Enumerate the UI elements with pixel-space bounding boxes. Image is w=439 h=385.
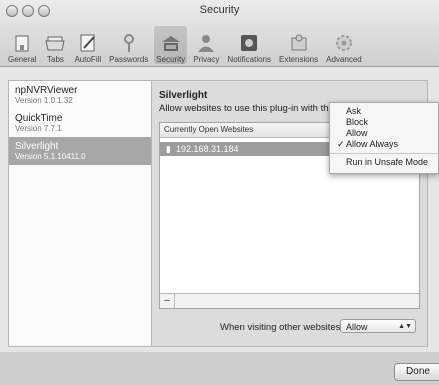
gear-icon	[333, 33, 355, 53]
plugin-version: Version 7.7.1	[15, 124, 62, 133]
other-websites-value: Allow	[346, 322, 368, 332]
person-icon	[195, 33, 217, 53]
bottom-bar	[0, 352, 439, 385]
menu-item-label: Allow Always	[346, 139, 399, 149]
plugin-list: npNVRViewer Version 1.0.1.32 QuickTime V…	[8, 80, 152, 347]
tab-privacy-label: Privacy	[193, 55, 220, 64]
tab-notifications[interactable]: Notifications	[225, 26, 273, 64]
menu-item-ask[interactable]: Ask	[330, 106, 438, 117]
menu-item-run-unsafe[interactable]: Run in Unsafe Mode	[330, 157, 438, 168]
titlebar: Security General Tabs AutoFill Passwords…	[0, 0, 439, 67]
menu-item-block[interactable]: Block	[330, 117, 438, 128]
menu-item-label: Allow	[346, 128, 368, 138]
tab-privacy[interactable]: Privacy	[191, 26, 221, 64]
plugin-title: Silverlight	[159, 90, 208, 101]
autofill-icon	[77, 33, 99, 53]
general-icon	[11, 33, 33, 53]
preferences-window: Security General Tabs AutoFill Passwords…	[0, 0, 439, 385]
menu-item-label: Block	[346, 117, 369, 127]
plugin-item-npnvrviewer[interactable]: npNVRViewer Version 1.0.1.32	[9, 81, 151, 109]
plugin-version: Version 1.0.1.32	[15, 96, 73, 105]
plugin-name: Silverlight	[15, 141, 59, 152]
preferences-toolbar: General Tabs AutoFill Passwords Security…	[6, 24, 433, 64]
menu-separator	[330, 153, 438, 154]
tab-tabs[interactable]: Tabs	[42, 26, 68, 64]
tab-notifications-label: Notifications	[227, 55, 271, 64]
tab-autofill[interactable]: AutoFill	[72, 26, 103, 64]
tab-passwords[interactable]: Passwords	[107, 26, 150, 64]
plugin-name: QuickTime	[15, 113, 63, 124]
notifications-icon	[238, 33, 260, 53]
tabs-icon	[44, 33, 66, 53]
permission-popup-menu: Ask Block Allow ✓ Allow Always Run in Un…	[329, 102, 439, 174]
plugin-name: npNVRViewer	[15, 85, 78, 96]
plugin-item-quicktime[interactable]: QuickTime Version 7.7.1	[9, 109, 151, 137]
menu-item-allow-always[interactable]: ✓ Allow Always	[330, 139, 438, 150]
tab-general-label: General	[8, 55, 37, 64]
menu-item-label: Ask	[346, 106, 362, 116]
tab-advanced[interactable]: Advanced	[324, 26, 364, 64]
puzzle-icon	[288, 33, 310, 53]
key-icon	[118, 33, 140, 53]
chevron-updown-icon: ▲▼	[398, 323, 412, 330]
window-title: Security	[199, 4, 240, 16]
checkmark-icon: ✓	[337, 139, 345, 149]
tab-tabs-label: Tabs	[47, 55, 64, 64]
done-button[interactable]: Done	[394, 363, 439, 381]
lock-icon	[160, 33, 182, 53]
menu-item-label: Run in Unsafe Mode	[346, 157, 429, 167]
tab-passwords-label: Passwords	[109, 55, 149, 64]
plugin-description: Allow websites to use this plug-in with …	[159, 103, 329, 114]
website-host: 192.168.31.184	[175, 144, 239, 154]
other-websites-label: When visiting other websites:	[220, 322, 344, 333]
websites-table-footer: –	[160, 293, 419, 308]
tab-general[interactable]: General	[6, 26, 38, 64]
remove-website-button[interactable]: –	[160, 294, 175, 308]
other-websites-select[interactable]: Allow ▲▼	[340, 319, 416, 333]
tab-autofill-label: AutoFill	[74, 55, 102, 64]
tab-extensions-label: Extensions	[279, 55, 319, 64]
tab-extensions[interactable]: Extensions	[277, 26, 320, 64]
plugin-item-silverlight[interactable]: Silverlight Version 5.1.10411.0	[9, 137, 151, 165]
site-icon: ▮	[166, 144, 171, 154]
menu-item-allow[interactable]: Allow	[330, 128, 438, 139]
tab-advanced-label: Advanced	[326, 55, 362, 64]
tab-security[interactable]: Security	[154, 26, 188, 64]
tab-security-label: Security	[156, 55, 186, 64]
plugin-version: Version 5.1.10411.0	[15, 152, 86, 161]
